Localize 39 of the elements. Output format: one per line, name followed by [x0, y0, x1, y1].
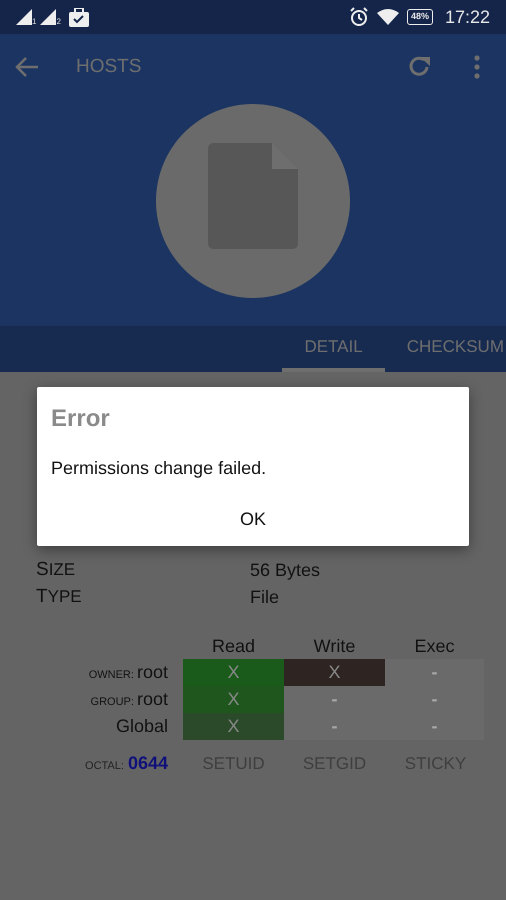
detail-value: 56 Bytes: [250, 559, 320, 582]
dialog-message: Permissions change failed.: [51, 457, 268, 480]
permission-toggle[interactable]: -: [284, 686, 385, 713]
sim-number: 2: [56, 16, 61, 28]
refresh-icon[interactable]: [408, 55, 432, 79]
octal-label: OCTAL:: [85, 759, 124, 774]
tab[interactable]: DETAIL: [282, 326, 385, 372]
alarm-icon: [348, 7, 369, 27]
permission-label: GROUP: root: [90, 688, 169, 711]
clock: 17:22: [444, 6, 490, 28]
sim-number: 1: [32, 16, 36, 28]
permission-toggle[interactable]: X: [183, 659, 284, 686]
more-menu-icon[interactable]: [474, 55, 480, 79]
permission-toggle[interactable]: X: [183, 686, 284, 713]
signal-icon: [16, 9, 32, 25]
permission-label: OWNER: root: [88, 661, 169, 684]
permission-toggle[interactable]: -: [385, 659, 484, 686]
detail-label: TYPE: [36, 585, 83, 610]
briefcase-check-icon: [68, 8, 89, 26]
column-header: Write: [312, 635, 356, 658]
detail-value: File: [250, 586, 280, 609]
toolbar-title: HOSTS: [76, 54, 142, 79]
permission-toggle[interactable]: -: [385, 686, 484, 713]
permission-toggle[interactable]: X: [284, 659, 385, 686]
ok-button[interactable]: OK: [228, 500, 278, 539]
permission-toggle[interactable]: -: [385, 713, 484, 740]
battery-indicator: 48%: [406, 9, 433, 25]
octal-value: 0644: [128, 752, 168, 775]
signal-icon: [40, 9, 56, 25]
column-header: Read: [210, 635, 256, 658]
permission-label: Global: [114, 715, 169, 738]
dialog-title: Error: [51, 404, 111, 434]
tab[interactable]: CHECKSUM: [384, 326, 506, 372]
permission-toggle[interactable]: -: [284, 713, 385, 740]
detail-label: SIZE: [36, 558, 76, 582]
back-icon[interactable]: [14, 55, 40, 79]
permission-toggle[interactable]: X: [183, 713, 284, 740]
column-header: Exec: [413, 635, 456, 658]
wifi-icon: [376, 8, 399, 26]
